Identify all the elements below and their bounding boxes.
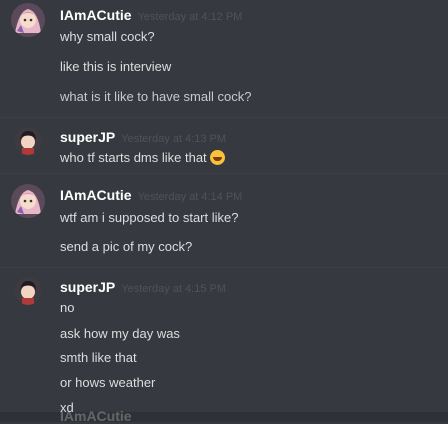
anime-girl-avatar-icon bbox=[11, 184, 45, 218]
username[interactable]: superJP Yesterday at 4:13 PM bbox=[60, 129, 226, 145]
username-text[interactable]: IAmACutie bbox=[60, 7, 132, 23]
avatar[interactable] bbox=[11, 184, 45, 218]
username-text[interactable]: superJP bbox=[60, 279, 115, 295]
timestamp: Yesterday at 4:12 PM bbox=[137, 11, 243, 23]
message-text: or hows weather bbox=[60, 375, 156, 390]
message-text: what is it like to have small cock? bbox=[60, 89, 252, 104]
message-text: like this is interview bbox=[60, 59, 172, 74]
username[interactable]: superJP Yesterday at 4:15 PM bbox=[60, 279, 226, 295]
avatar[interactable] bbox=[14, 277, 42, 305]
dark-hair-avatar-icon bbox=[14, 127, 42, 155]
message-text: who tf starts dms like that bbox=[60, 150, 225, 165]
message-text: ask how my day was bbox=[60, 326, 180, 341]
dark-hair-avatar-icon bbox=[14, 277, 42, 305]
message-text: why small cock? bbox=[60, 29, 155, 44]
username[interactable]: IAmACutie Yesterday at 4:12 PM bbox=[60, 7, 242, 23]
anime-girl-avatar-icon bbox=[11, 3, 45, 37]
avatar[interactable] bbox=[11, 3, 45, 37]
username-text[interactable]: superJP bbox=[60, 129, 115, 145]
next-message-strip: IAmACutie bbox=[0, 408, 448, 424]
rofl-emoji-icon bbox=[209, 150, 225, 165]
message-text: send a pic of my cock? bbox=[60, 239, 193, 254]
username-text[interactable]: IAmACutie bbox=[60, 187, 132, 203]
message-text: smth like that bbox=[60, 350, 137, 365]
username[interactable]: IAmACutie Yesterday at 4:14 PM bbox=[60, 187, 242, 203]
message-text: wtf am i supposed to start like? bbox=[60, 210, 239, 225]
timestamp: Yesterday at 4:13 PM bbox=[121, 133, 227, 145]
avatar[interactable] bbox=[14, 127, 42, 155]
message-text: no bbox=[60, 300, 75, 315]
message-text-content: who tf starts dms like that bbox=[60, 150, 207, 165]
timestamp: Yesterday at 4:14 PM bbox=[137, 191, 243, 203]
message-divider bbox=[0, 173, 448, 174]
message-divider bbox=[0, 117, 448, 118]
message-divider bbox=[0, 267, 448, 268]
timestamp: Yesterday at 4:15 PM bbox=[121, 283, 227, 295]
